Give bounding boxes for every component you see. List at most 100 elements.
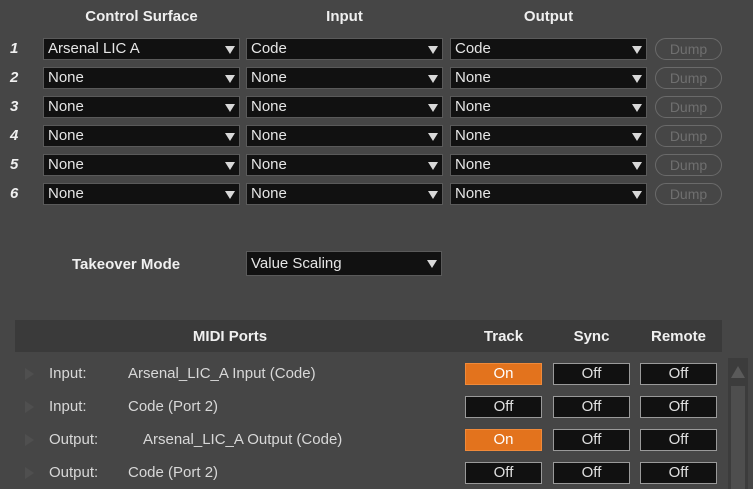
- remote-toggle[interactable]: Off: [640, 396, 717, 418]
- dropdown-arrow-icon: [225, 133, 235, 141]
- midi-ports-scrollbar[interactable]: [728, 358, 748, 489]
- dropdown-arrow-icon: [225, 46, 235, 54]
- dropdown-value: None: [251, 156, 287, 173]
- dump-button-4[interactable]: Dump: [655, 125, 722, 147]
- dump-button-5[interactable]: Dump: [655, 154, 722, 176]
- input-dropdown-3[interactable]: None: [246, 96, 443, 118]
- remote-toggle[interactable]: Off: [640, 429, 717, 451]
- dump-button-1[interactable]: Dump: [655, 38, 722, 60]
- port-name: Code (Port 2): [128, 398, 219, 415]
- expand-triangle-icon[interactable]: [25, 434, 34, 446]
- row-number: 1: [10, 40, 19, 57]
- dropdown-arrow-icon: [632, 75, 642, 83]
- dropdown-arrow-icon: [225, 191, 235, 199]
- remote-toggle[interactable]: Off: [640, 462, 717, 484]
- sync-toggle[interactable]: Off: [553, 363, 630, 385]
- sync-toggle[interactable]: Off: [553, 396, 630, 418]
- midi-port-row: Input: Code (Port 2) Off Off Off: [15, 391, 722, 423]
- header-input: Input: [326, 8, 363, 25]
- dropdown-value: Value Scaling: [251, 255, 342, 272]
- dropdown-arrow-icon: [632, 162, 642, 170]
- dropdown-value: None: [455, 98, 491, 115]
- dropdown-arrow-icon: [428, 133, 438, 141]
- midi-port-row: Output: Arsenal_LIC_A Output (Code) On O…: [15, 424, 722, 456]
- dropdown-arrow-icon: [428, 104, 438, 112]
- input-dropdown-6[interactable]: None: [246, 183, 443, 205]
- input-dropdown-5[interactable]: None: [246, 154, 443, 176]
- row-number: 6: [10, 185, 19, 202]
- dropdown-arrow-icon: [428, 75, 438, 83]
- track-toggle[interactable]: On: [465, 429, 542, 451]
- dropdown-arrow-icon: [632, 104, 642, 112]
- takeover-mode-dropdown[interactable]: Value Scaling: [246, 251, 442, 276]
- dump-button-6[interactable]: Dump: [655, 183, 722, 205]
- track-toggle[interactable]: Off: [465, 462, 542, 484]
- dropdown-value: None: [455, 69, 491, 86]
- scrollbar-thumb[interactable]: [731, 386, 745, 489]
- input-dropdown-2[interactable]: None: [246, 67, 443, 89]
- dropdown-value: None: [251, 69, 287, 86]
- control-surface-dropdown-5[interactable]: None: [43, 154, 240, 176]
- track-toggle[interactable]: On: [465, 363, 542, 385]
- dropdown-value: None: [251, 127, 287, 144]
- dropdown-value: None: [48, 69, 84, 86]
- dropdown-value: None: [48, 185, 84, 202]
- output-dropdown-3[interactable]: None: [450, 96, 647, 118]
- header-output: Output: [523, 8, 574, 25]
- port-name: Arsenal_LIC_A Input (Code): [128, 365, 316, 382]
- control-surface-dropdown-2[interactable]: None: [43, 67, 240, 89]
- row-number: 5: [10, 156, 19, 173]
- dropdown-value: None: [455, 185, 491, 202]
- dropdown-arrow-icon: [428, 191, 438, 199]
- dropdown-arrow-icon: [427, 260, 437, 268]
- control-surface-dropdown-6[interactable]: None: [43, 183, 240, 205]
- row-number: 2: [10, 69, 19, 86]
- dropdown-arrow-icon: [428, 162, 438, 170]
- remote-column-header: Remote: [650, 328, 706, 345]
- header-control-surface: Control Surface: [85, 8, 198, 25]
- dropdown-arrow-icon: [225, 104, 235, 112]
- expand-triangle-icon[interactable]: [25, 401, 34, 413]
- row-number: 3: [10, 98, 19, 115]
- input-dropdown-1[interactable]: Code: [246, 38, 443, 60]
- control-surface-dropdown-4[interactable]: None: [43, 125, 240, 147]
- output-dropdown-2[interactable]: None: [450, 67, 647, 89]
- output-dropdown-6[interactable]: None: [450, 183, 647, 205]
- dropdown-value: Code: [251, 40, 287, 57]
- control-surface-dropdown-1[interactable]: Arsenal LIC A: [43, 38, 240, 60]
- remote-toggle[interactable]: Off: [640, 363, 717, 385]
- expand-triangle-icon[interactable]: [25, 467, 34, 479]
- sync-toggle[interactable]: Off: [553, 462, 630, 484]
- dropdown-value: None: [251, 185, 287, 202]
- track-toggle[interactable]: Off: [465, 396, 542, 418]
- dropdown-value: Arsenal LIC A: [48, 40, 140, 57]
- dump-button-3[interactable]: Dump: [655, 96, 722, 118]
- output-dropdown-5[interactable]: None: [450, 154, 647, 176]
- sync-toggle[interactable]: Off: [553, 429, 630, 451]
- track-column-header: Track: [483, 328, 524, 345]
- sync-column-header: Sync: [573, 328, 610, 345]
- expand-triangle-icon[interactable]: [25, 368, 34, 380]
- dropdown-arrow-icon: [632, 46, 642, 54]
- input-dropdown-4[interactable]: None: [246, 125, 443, 147]
- dropdown-value: None: [455, 127, 491, 144]
- dropdown-arrow-icon: [632, 133, 642, 141]
- scroll-up-arrow-icon[interactable]: [731, 366, 745, 378]
- dropdown-value: None: [48, 127, 84, 144]
- dropdown-arrow-icon: [225, 75, 235, 83]
- output-dropdown-4[interactable]: None: [450, 125, 647, 147]
- dropdown-value: Code: [455, 40, 491, 57]
- control-surface-dropdown-3[interactable]: None: [43, 96, 240, 118]
- dropdown-value: None: [251, 98, 287, 115]
- output-dropdown-1[interactable]: Code: [450, 38, 647, 60]
- port-type: Output:: [49, 431, 99, 448]
- dropdown-value: None: [48, 98, 84, 115]
- dump-button-2[interactable]: Dump: [655, 67, 722, 89]
- dropdown-value: None: [48, 156, 84, 173]
- port-type: Input:: [49, 398, 87, 415]
- midi-ports-title: MIDI Ports: [192, 328, 268, 345]
- port-type: Input:: [49, 365, 87, 382]
- midi-port-row: Output: Code (Port 2) Off Off Off: [15, 457, 722, 489]
- dropdown-arrow-icon: [428, 46, 438, 54]
- dropdown-arrow-icon: [632, 191, 642, 199]
